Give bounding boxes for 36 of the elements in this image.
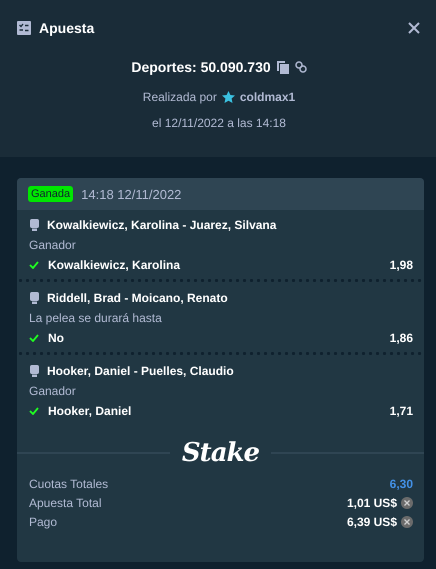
odds-value: 1,86 [390,331,413,345]
total-value: 6,30 [390,477,413,491]
event-name: Hooker, Daniel - Puelles, Claudio [47,364,234,378]
market-name: Ganador [29,238,77,252]
bet-id: Deportes: 50.090.730 [131,59,271,75]
glove-icon [29,219,40,231]
total-label: Pago [29,515,58,529]
username[interactable]: coldmax1 [240,90,296,104]
odds-value: 1,71 [390,404,413,418]
placed-by-label: Realizada por [142,90,217,104]
total-label: Cuotas Totales [29,477,110,491]
market-name: Ganador [29,384,77,398]
market-name: La pelea se durará hasta [29,311,163,325]
selection-name: Hooker, Daniel [48,404,132,418]
star-icon [222,91,235,103]
window-title: Apuesta [39,20,96,36]
glove-icon [29,292,40,304]
total-value: 1,01 US$ [346,496,397,510]
odds-value: 1,98 [390,258,413,272]
brand-logo: Stake [182,438,260,468]
event-name: Riddell, Brad - Moicano, Renato [47,291,228,305]
currency-icon [401,497,413,509]
glove-icon [29,365,40,377]
bet-date: el 12/11/2022 a las 14:18 [152,116,286,130]
selection-name: No [48,331,65,345]
link-icon[interactable] [294,61,307,73]
bets-icon [17,21,31,35]
close-button[interactable] [407,21,421,35]
slip-time: 14:18 12/11/2022 [81,186,182,202]
status-badge: Ganada [28,186,74,202]
total-label: Apuesta Total [29,496,102,510]
total-value: 6,39 US$ [346,515,397,529]
event-name: Kowalkiewicz, Karolina - Juarez, Silvana [47,218,276,232]
currency-icon [401,516,413,528]
copy-icon[interactable] [276,60,289,74]
selection-name: Kowalkiewicz, Karolina [48,258,182,272]
